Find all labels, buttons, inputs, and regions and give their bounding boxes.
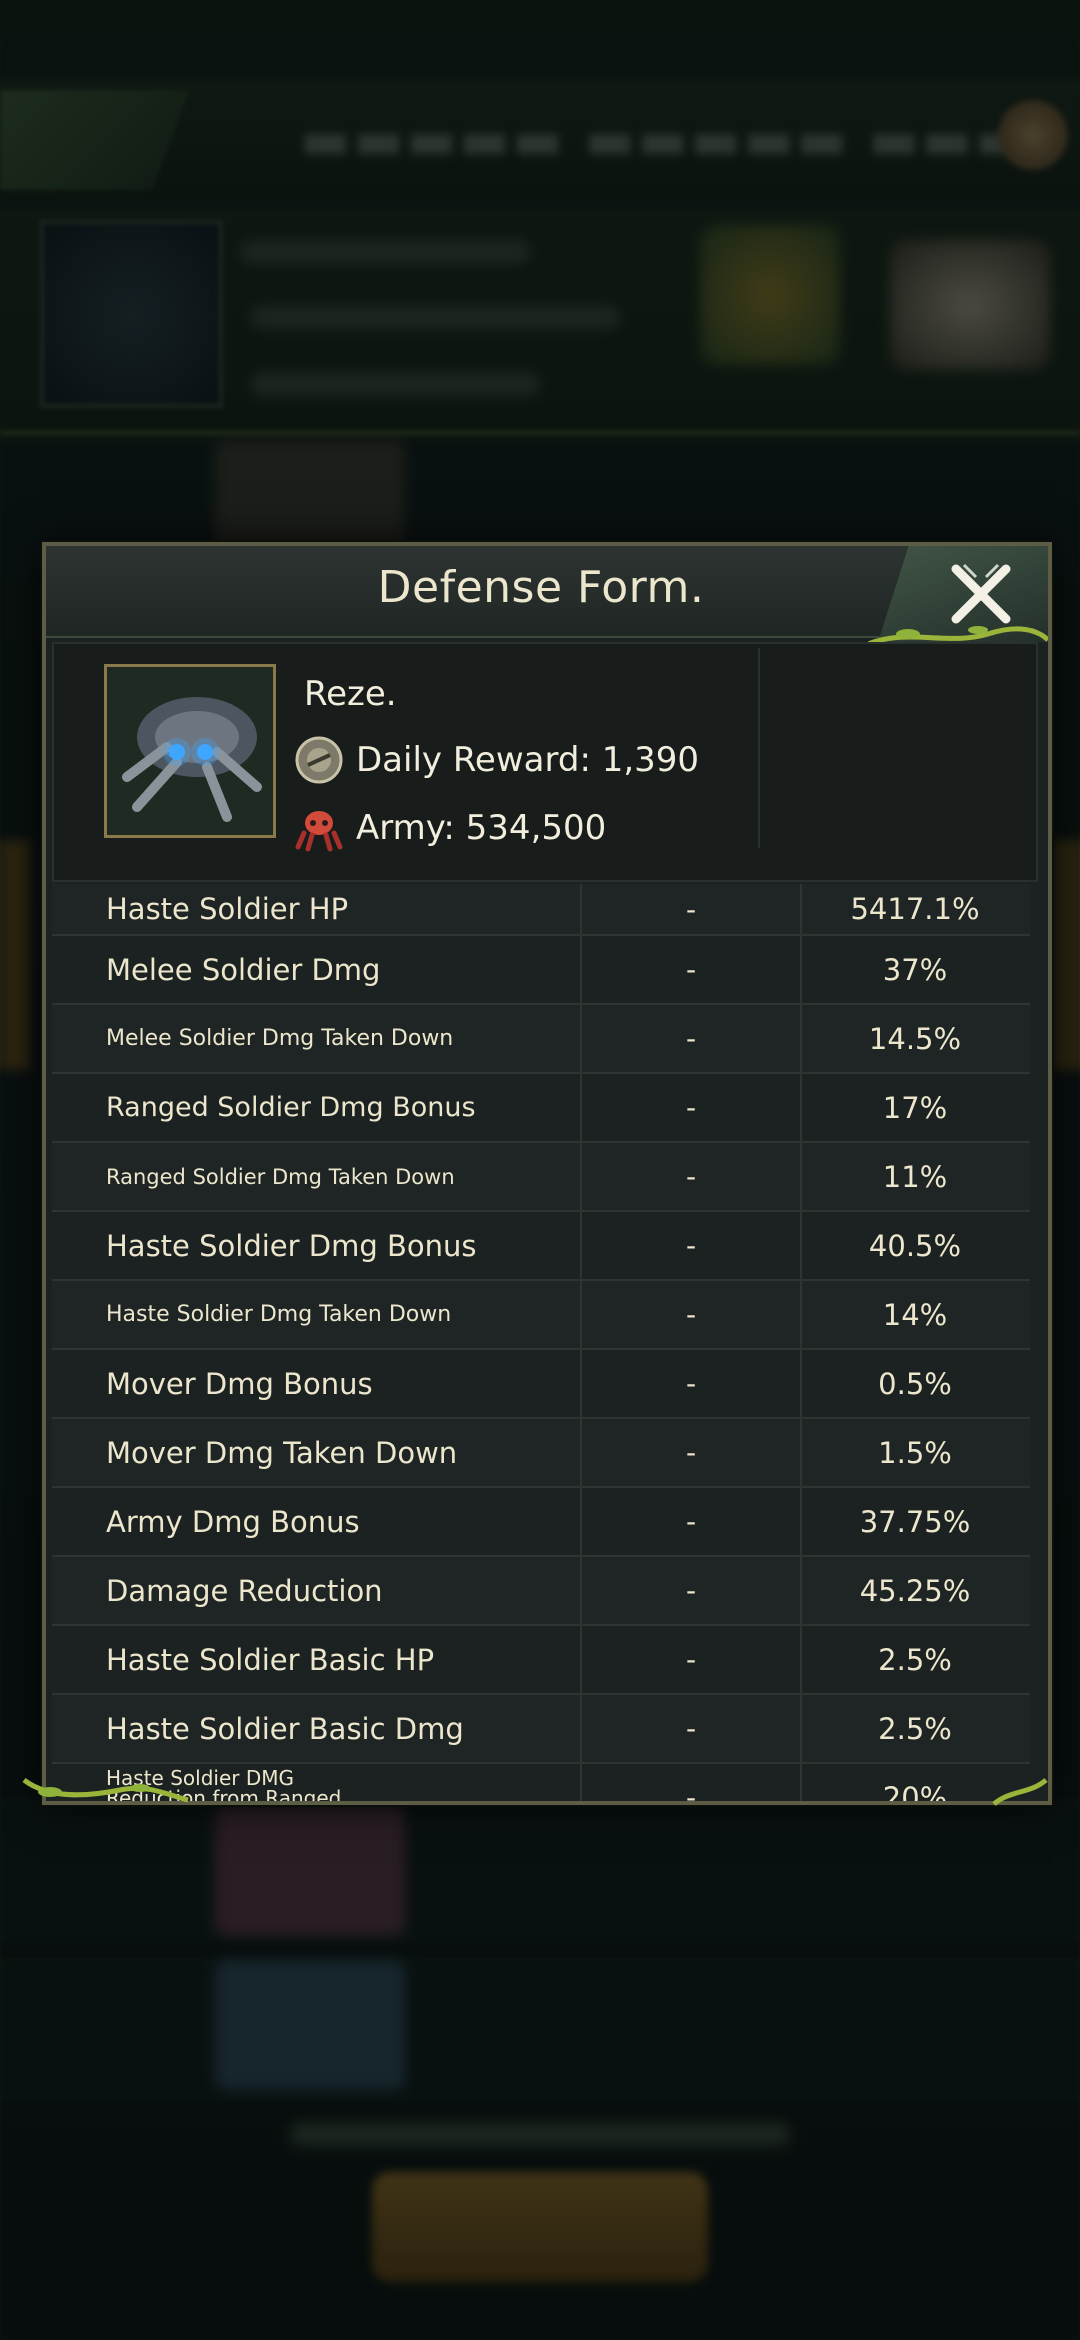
table-row: Ranged Soldier Dmg Taken Down - 11%: [52, 1143, 1030, 1212]
stat-value: 11%: [882, 1159, 948, 1194]
reward-coin-icon: [295, 736, 343, 784]
modal-title: Defense Form.: [377, 562, 705, 613]
stat-label: Damage Reduction: [52, 1557, 582, 1624]
table-row: Melee Soldier Dmg - 37%: [52, 936, 1030, 1005]
stat-mid: -: [582, 1419, 802, 1486]
stat-mid: -: [582, 884, 802, 934]
table-row: Damage Reduction - 45.25%: [52, 1557, 1030, 1626]
hero-portrait: [104, 664, 276, 838]
stat-value: 45.25%: [859, 1573, 971, 1608]
stat-label: Army Dmg Bonus: [52, 1488, 582, 1555]
stats-table[interactable]: Haste Soldier HP - 5417.1% Melee Soldier…: [52, 884, 1030, 1801]
stat-mid: -: [582, 1350, 802, 1417]
army-soldier-icon: [295, 811, 343, 852]
table-row: Mover Dmg Bonus - 0.5%: [52, 1350, 1030, 1419]
mech-spider-icon: [107, 667, 273, 835]
stat-mid: -: [582, 1074, 802, 1141]
stat-label: Ranged Soldier Dmg Taken Down: [52, 1143, 582, 1210]
stat-mid: -: [582, 1005, 802, 1072]
stat-value: 40.5%: [868, 1228, 962, 1263]
table-row: Ranged Soldier Dmg Bonus - 17%: [52, 1074, 1030, 1143]
army-row: Army: 534,500: [294, 801, 606, 855]
stat-value: 5417.1%: [850, 892, 980, 926]
stat-mid: -: [582, 1695, 802, 1762]
divider: [758, 648, 760, 848]
stat-mid: -: [582, 1488, 802, 1555]
stat-value: 2.5%: [878, 1711, 952, 1746]
vine-decoration: [22, 1777, 189, 1803]
table-row: Haste Soldier Dmg Taken Down - 14%: [52, 1281, 1030, 1350]
stat-label: Haste Soldier Dmg Bonus: [52, 1212, 582, 1279]
stat-mid: -: [582, 1557, 802, 1624]
stat-mid: -: [582, 1281, 802, 1348]
defense-form-modal: Defense Form. Reze. Daily Reward: 1,390 …: [42, 542, 1052, 1805]
table-row: Haste Soldier DMG Reduction from Ranged …: [52, 1764, 1030, 1801]
stat-label: Mover Dmg Taken Down: [52, 1419, 582, 1486]
stat-label: Melee Soldier Dmg: [52, 936, 582, 1003]
stat-mid: -: [582, 1626, 802, 1693]
table-row: Haste Soldier Dmg Bonus - 40.5%: [52, 1212, 1030, 1281]
stat-label: Haste Soldier Basic Dmg: [52, 1695, 582, 1762]
stat-label: Haste Soldier Basic HP: [52, 1626, 582, 1693]
stat-value: 0.5%: [878, 1366, 952, 1401]
stat-mid: -: [582, 1764, 802, 1801]
daily-reward-row: Daily Reward: 1,390: [294, 733, 699, 787]
stat-value: 37%: [882, 952, 948, 987]
table-row: Army Dmg Bonus - 37.75%: [52, 1488, 1030, 1557]
stat-label: Haste Soldier Dmg Taken Down: [52, 1281, 582, 1348]
stat-value: 14.5%: [868, 1021, 962, 1056]
hero-name: Reze.: [304, 674, 397, 714]
stat-value: 37.75%: [859, 1504, 971, 1539]
table-row: Mover Dmg Taken Down - 1.5%: [52, 1419, 1030, 1488]
vine-decoration: [992, 1778, 1048, 1806]
stat-mid: -: [582, 1143, 802, 1210]
stat-value: 2.5%: [878, 1642, 952, 1677]
stat-label: Melee Soldier Dmg Taken Down: [52, 1005, 582, 1072]
stat-value: 14%: [882, 1297, 948, 1332]
table-row: Melee Soldier Dmg Taken Down - 14.5%: [52, 1005, 1030, 1074]
stat-value: 1.5%: [878, 1435, 952, 1470]
stat-mid: -: [582, 1212, 802, 1279]
stat-value: 17%: [882, 1090, 948, 1125]
table-row: Haste Soldier Basic Dmg - 2.5%: [52, 1695, 1030, 1764]
stat-label: Mover Dmg Bonus: [52, 1350, 582, 1417]
stat-label: Ranged Soldier Dmg Bonus: [52, 1074, 582, 1141]
stat-label: Haste Soldier HP: [52, 884, 582, 934]
daily-reward-text: Daily Reward: 1,390: [356, 740, 700, 780]
table-row: Haste Soldier Basic HP - 2.5%: [52, 1626, 1030, 1695]
army-text: Army: 534,500: [356, 808, 607, 848]
table-row: Haste Soldier HP - 5417.1%: [52, 884, 1030, 936]
stat-mid: -: [582, 936, 802, 1003]
